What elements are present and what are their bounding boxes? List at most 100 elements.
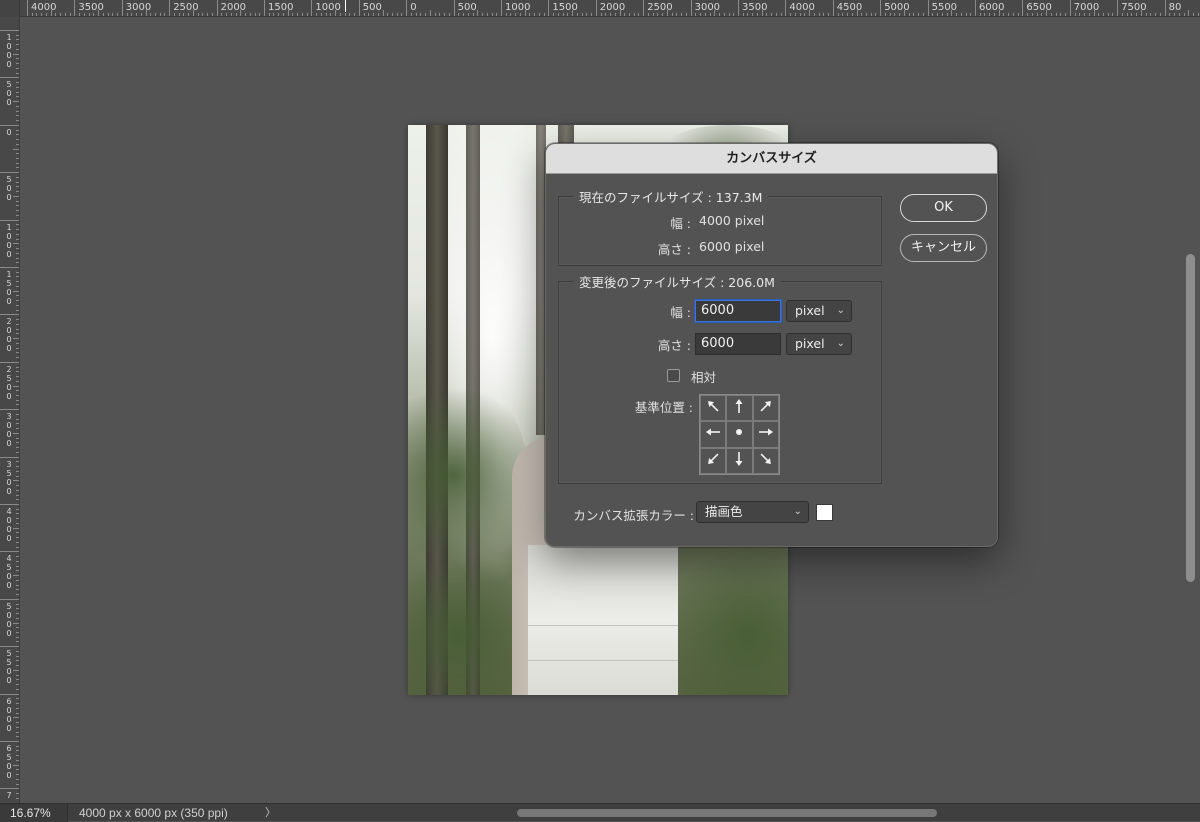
vertical-scrollbar[interactable] bbox=[1180, 18, 1200, 803]
ruler-minor-tick bbox=[871, 13, 872, 16]
ruler-minor-tick bbox=[733, 13, 734, 16]
ruler-label: 1000 bbox=[505, 2, 530, 13]
ruler-minor-tick bbox=[316, 13, 317, 16]
ruler-minor-tick bbox=[387, 13, 388, 16]
info-menu-chevron-icon[interactable]: 〉 bbox=[265, 804, 276, 822]
anchor-cell[interactable] bbox=[726, 448, 752, 474]
ruler-minor-tick bbox=[13, 338, 19, 339]
ruler-major-tick bbox=[501, 0, 502, 16]
ruler-minor-tick bbox=[951, 10, 952, 16]
ruler-minor-tick bbox=[866, 13, 867, 16]
ruler-major-tick bbox=[0, 741, 19, 742]
ruler-minor-tick bbox=[601, 13, 602, 16]
ruler-minor-tick bbox=[16, 182, 19, 183]
ruler-minor-tick bbox=[212, 13, 213, 16]
ruler-minor-tick bbox=[16, 566, 19, 567]
anchor-cell[interactable] bbox=[700, 395, 726, 421]
width-unit-value: pixel bbox=[795, 303, 825, 318]
relative-checkbox[interactable] bbox=[667, 369, 680, 382]
ruler-minor-tick bbox=[16, 201, 19, 202]
ruler-minor-tick bbox=[46, 13, 47, 16]
ruler-minor-tick bbox=[752, 13, 753, 16]
ruler-major-tick bbox=[738, 0, 739, 16]
new-size-legend: 変更後のファイルサイズ : 206.0M bbox=[573, 272, 781, 291]
ruler-minor-tick bbox=[1060, 13, 1061, 16]
ruler-minor-tick bbox=[16, 727, 19, 728]
ruler-minor-tick bbox=[65, 13, 66, 16]
ruler-label: 2000 bbox=[600, 2, 625, 13]
zoom-level-field[interactable]: 16.67% bbox=[0, 804, 68, 822]
ruler-minor-tick bbox=[16, 376, 19, 377]
ruler-minor-tick bbox=[923, 13, 924, 16]
ruler-minor-tick bbox=[16, 490, 19, 491]
anchor-cell[interactable] bbox=[753, 448, 779, 474]
horizontal-ruler[interactable]: 4000350030002500200015001000500050010001… bbox=[0, 0, 1200, 17]
ruler-minor-tick bbox=[16, 163, 19, 164]
ruler-minor-tick bbox=[297, 13, 298, 16]
cancel-button[interactable]: キャンセル bbox=[900, 234, 987, 262]
ruler-minor-tick bbox=[288, 10, 289, 16]
ruler-minor-tick bbox=[16, 106, 19, 107]
anchor-cell[interactable] bbox=[753, 395, 779, 421]
ruler-label: 500 bbox=[458, 2, 477, 13]
ruler-minor-tick bbox=[525, 10, 526, 16]
ruler-minor-tick bbox=[729, 13, 730, 16]
ruler-minor-tick bbox=[13, 433, 19, 434]
ruler-minor-tick bbox=[16, 499, 19, 500]
ruler-minor-tick bbox=[553, 13, 554, 16]
horizontal-scrollbar-thumb[interactable] bbox=[517, 809, 937, 817]
ruler-major-tick bbox=[27, 0, 28, 16]
ruler-minor-tick bbox=[16, 798, 19, 799]
width-unit-select[interactable]: pixel ⌄ bbox=[786, 300, 852, 322]
ruler-minor-tick bbox=[714, 10, 715, 16]
chevron-down-icon: ⌄ bbox=[794, 502, 802, 522]
ruler-minor-tick bbox=[364, 13, 365, 16]
ruler-minor-tick bbox=[16, 324, 19, 325]
vertical-scrollbar-thumb[interactable] bbox=[1186, 254, 1195, 582]
anchor-cell[interactable] bbox=[726, 395, 752, 421]
ruler-minor-tick bbox=[828, 13, 829, 16]
height-input[interactable]: 6000 bbox=[695, 333, 781, 355]
ruler-minor-tick bbox=[16, 708, 19, 709]
anchor-cell[interactable] bbox=[700, 448, 726, 474]
ruler-minor-tick bbox=[16, 115, 19, 116]
ruler-minor-tick bbox=[321, 13, 322, 16]
ruler-major-tick bbox=[691, 0, 692, 16]
height-unit-select[interactable]: pixel ⌄ bbox=[786, 333, 852, 355]
ruler-minor-tick bbox=[1041, 13, 1042, 16]
anchor-grid[interactable] bbox=[699, 394, 780, 475]
ok-button[interactable]: OK bbox=[900, 194, 987, 222]
ruler-minor-tick bbox=[16, 229, 19, 230]
ruler-minor-tick bbox=[36, 13, 37, 16]
ruler-minor-tick bbox=[16, 258, 19, 259]
ruler-minor-tick bbox=[13, 54, 19, 55]
ruler-major-tick bbox=[0, 30, 19, 31]
ruler-minor-tick bbox=[16, 310, 19, 311]
anchor-cell[interactable] bbox=[753, 421, 779, 447]
ruler-minor-tick bbox=[16, 68, 19, 69]
ruler-minor-tick bbox=[425, 13, 426, 16]
anchor-cell[interactable] bbox=[700, 421, 726, 447]
ruler-origin-corner[interactable] bbox=[0, 0, 20, 17]
ruler-minor-tick bbox=[16, 537, 19, 538]
ruler-minor-tick bbox=[16, 319, 19, 320]
ruler-major-tick bbox=[0, 267, 19, 268]
relative-label[interactable]: 相対 bbox=[691, 367, 716, 386]
extension-color-swatch[interactable] bbox=[816, 504, 833, 521]
ruler-minor-tick bbox=[16, 44, 19, 45]
width-input[interactable]: 6000 bbox=[695, 300, 781, 322]
document-info[interactable]: 4000 px x 6000 px (350 ppi) bbox=[79, 804, 228, 822]
ruler-minor-tick bbox=[16, 532, 19, 533]
anchor-cell[interactable] bbox=[726, 421, 752, 447]
ruler-minor-tick bbox=[534, 13, 535, 16]
ruler-minor-tick bbox=[340, 13, 341, 16]
ruler-minor-tick bbox=[1084, 13, 1085, 16]
ruler-minor-tick bbox=[16, 400, 19, 401]
ruler-minor-tick bbox=[804, 13, 805, 16]
ruler-minor-tick bbox=[16, 736, 19, 737]
vertical-ruler[interactable]: 1000500050010001500200025003000350040004… bbox=[0, 17, 20, 803]
ruler-minor-tick bbox=[16, 485, 19, 486]
ruler-label: 5500 bbox=[932, 2, 957, 13]
ruler-minor-tick bbox=[13, 670, 19, 671]
extension-color-select[interactable]: 描画色 ⌄ bbox=[696, 501, 809, 523]
